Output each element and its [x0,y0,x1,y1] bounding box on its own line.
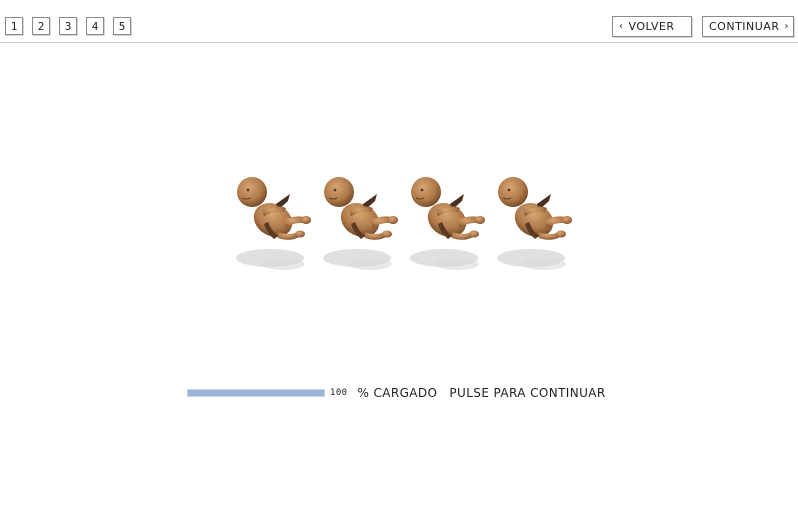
back-button-label: VOLVER [628,20,675,33]
page-button-3[interactable]: 3 [59,17,77,35]
page-selector: 1 2 3 4 5 [5,17,131,35]
continue-button[interactable]: CONTINUAR › [702,16,794,37]
page-button-1[interactable]: 1 [5,17,23,35]
fetus-image [236,177,311,270]
top-navigation-bar: 1 2 3 4 5 ‹ VOLVER CONTINUAR › [0,0,798,43]
progress-value: 100 [330,388,348,398]
page-button-5[interactable]: 5 [113,17,131,35]
fetus-image [323,177,398,270]
progress-bar-fill [188,390,324,396]
chevron-right-icon: › [784,21,789,32]
page-button-2[interactable]: 2 [32,17,50,35]
chevron-left-icon: ‹ [619,21,624,32]
progress-bar [187,389,325,397]
preloader: 100 % CARGADO PULSE PARA CONTINUAR [187,386,606,400]
fetus-illustrations [228,170,588,280]
back-button[interactable]: ‹ VOLVER [612,16,692,37]
fetus-image [410,177,485,270]
fetus-image [497,177,572,270]
continue-button-label: CONTINUAR [709,20,780,33]
click-to-continue-prompt[interactable]: PULSE PARA CONTINUAR [449,386,605,400]
page-button-4[interactable]: 4 [86,17,104,35]
progress-label: % CARGADO [357,386,438,400]
